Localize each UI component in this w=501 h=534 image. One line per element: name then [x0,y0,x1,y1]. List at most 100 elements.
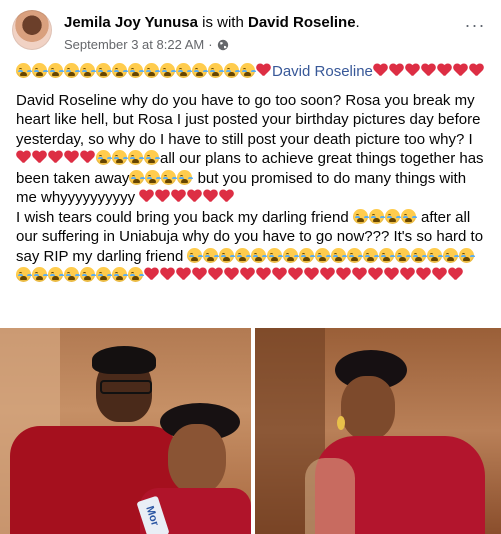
crying-face-emoji [64,63,79,78]
crying-face-emoji [363,247,379,263]
crying-face-emoji [267,247,283,263]
crying-face-emoji [160,63,175,78]
broken-heart-emoji [187,189,202,204]
broken-heart-emoji [208,267,223,282]
paragraph-1-text-a: David Roseline why do you have to go too… [16,91,481,148]
broken-heart-emoji [400,267,415,282]
right-photo[interactable] [255,328,501,534]
broken-heart-emoji [16,150,31,165]
crying-face-emoji [347,247,363,263]
broken-heart-emoji [160,267,175,282]
broken-heart-emoji [384,267,399,282]
crying-face-emoji [331,247,347,263]
broken-heart-emoji [453,63,468,78]
crying-face-emoji [96,267,111,282]
crying-face-emoji [187,247,203,263]
crying-face-emoji [443,247,459,263]
crying-face-emoji [48,267,63,282]
broken-heart-emoji [389,63,404,78]
broken-heart-emoji [352,267,367,282]
crying-face-emoji [48,63,63,78]
crying-face-emoji [32,63,47,78]
crying-face-emoji [368,208,384,224]
emoji-line-1: David Roseline [16,62,488,82]
crying-face-emoji [176,63,191,78]
crying-face-emoji [283,247,299,263]
crying-face-emoji [161,169,177,185]
crying-face-emoji [16,267,31,282]
broken-heart-emoji [373,63,388,78]
crying-face-emoji [395,247,411,263]
crying-face-emoji [192,63,207,78]
crying-face-emoji [64,267,79,282]
crying-face-emoji [224,63,239,78]
earring [337,416,345,430]
crying-face-emoji [352,208,368,224]
meta-separator: · [208,37,213,52]
broken-heart-emoji [224,267,239,282]
with-text: is with [202,14,244,31]
globe-icon[interactable] [217,39,229,51]
crying-face-emoji [208,63,223,78]
broken-heart-emoji [80,150,95,165]
crying-face-emoji [400,208,416,224]
crying-face-emoji [16,63,31,78]
crying-face-emoji [128,63,143,78]
broken-heart-emoji [288,267,303,282]
crying-face-emoji [112,267,127,282]
broken-heart-emoji [176,267,191,282]
crying-face-emoji [144,150,159,165]
broken-heart-emoji [437,63,452,78]
author-name[interactable]: Jemila Joy Yunusa [64,14,198,31]
broken-heart-emoji [320,267,335,282]
crying-face-emoji [144,63,159,78]
broken-heart-emoji [416,267,431,282]
crying-face-emoji [129,169,145,185]
crying-face-emoji [145,169,161,185]
broken-heart-emoji [256,267,271,282]
woman-face-2 [341,376,395,440]
left-photo[interactable]: Mor [0,328,251,534]
broken-heart-emoji [171,189,186,204]
tagged-name[interactable]: David Roseline [248,14,356,31]
tulle-overlay [305,458,355,534]
paragraph-1: David Roseline why do you have to go too… [16,91,488,208]
broken-heart-emoji [304,267,319,282]
crying-face-emoji [128,267,143,282]
broken-heart-emoji [219,189,234,204]
broken-heart-emoji [336,267,351,282]
post-text: David Roseline David Roseline why do you… [16,62,488,286]
crying-face-emoji [384,208,400,224]
mention-link[interactable]: David Roseline [272,63,373,80]
broken-heart-emoji [432,267,447,282]
broken-heart-emoji [448,267,463,282]
crying-face-emoji [80,63,95,78]
paragraph-2: I wish tears could bring you back my dar… [16,208,488,286]
author-avatar[interactable] [12,10,52,50]
broken-heart-emoji [405,63,420,78]
crying-face-emoji [427,247,443,263]
post-date[interactable]: September 3 at 8:22 AM [64,37,204,52]
crying-face-emoji [128,150,143,165]
crying-face-emoji [299,247,315,263]
broken-heart-emoji [469,63,484,78]
broken-heart-emoji [144,267,159,282]
post-header: Jemila Joy Yunusa is with David Roseline… [12,10,489,56]
broken-heart-emoji [139,189,154,204]
broken-heart-emoji [256,63,271,78]
crying-face-emoji [459,247,475,263]
broken-heart-emoji [64,150,79,165]
more-options-icon[interactable]: ··· [461,16,489,38]
crying-face-emoji [251,247,267,263]
broken-heart-emoji [155,189,170,204]
crying-face-emoji [235,247,251,263]
broken-heart-emoji [192,267,207,282]
woman-face [168,424,226,494]
crying-face-emoji [177,169,193,185]
paragraph-2-text-a: I wish tears could bring you back my dar… [16,208,353,226]
crying-face-emoji [32,267,47,282]
crying-face-emoji [96,150,111,165]
tagged-suffix: . [355,14,360,31]
broken-heart-emoji [272,267,287,282]
broken-heart-emoji [32,150,47,165]
